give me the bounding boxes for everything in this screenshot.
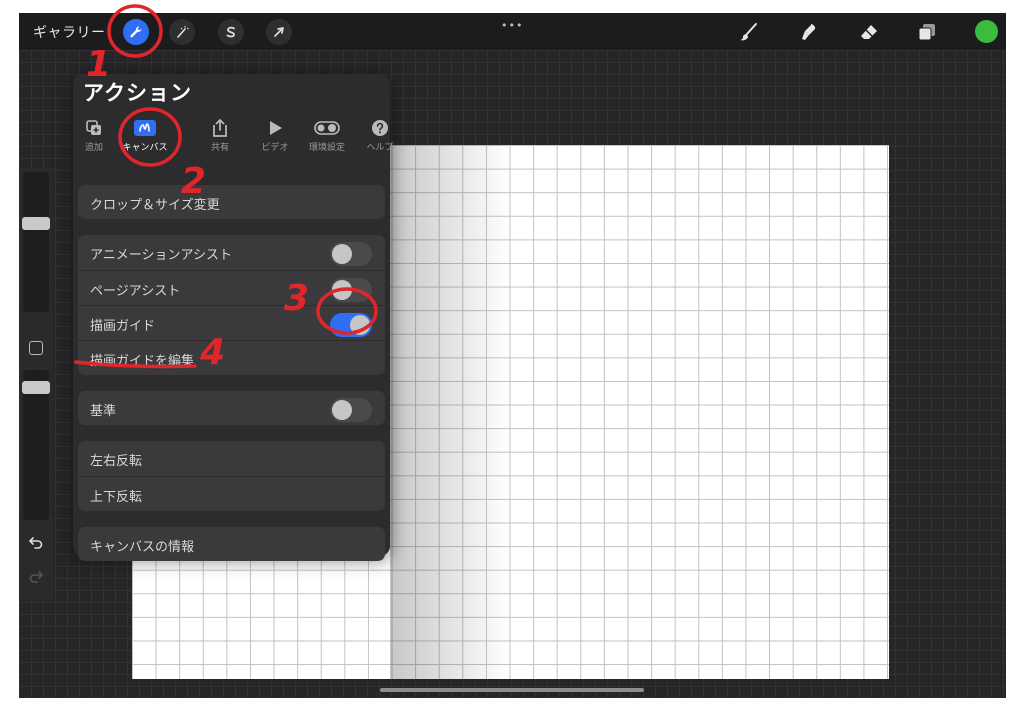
- tab-label: ビデオ: [261, 143, 289, 153]
- smudge-icon: [802, 24, 816, 40]
- crop-group: クロップ＆サイズ変更: [78, 185, 385, 219]
- wrench-icon: [130, 26, 142, 38]
- add-icon: [86, 120, 101, 135]
- brush-size-slider-thumb[interactable]: [22, 217, 50, 230]
- magic-wand-icon: [177, 26, 189, 38]
- row-label: キャンバスの情報: [90, 540, 195, 555]
- toggle-knob: [332, 400, 352, 420]
- brush-button[interactable]: [735, 19, 763, 45]
- row-label: ページアシスト: [90, 284, 181, 299]
- left-sidebar: [19, 168, 53, 600]
- crop-resize-row[interactable]: クロップ＆サイズ変更: [78, 185, 385, 219]
- flip-horizontal-row[interactable]: 左右反転: [78, 441, 385, 475]
- page-assist-row[interactable]: ページアシスト: [78, 270, 385, 305]
- page-assist-toggle[interactable]: [330, 278, 372, 302]
- tab-preferences[interactable]: 環境設定: [303, 117, 351, 153]
- assist-guide-group: アニメーションアシスト ページアシスト 描画ガイド 描画ガイドを編集: [78, 235, 385, 375]
- modify-button-square-icon[interactable]: [29, 341, 43, 355]
- color-picker-button[interactable]: [975, 20, 998, 43]
- toggle-knob: [332, 280, 352, 300]
- adjustments-button[interactable]: [169, 19, 195, 45]
- flip-group: 左右反転 上下反転: [78, 441, 385, 511]
- opacity-slider-thumb[interactable]: [22, 381, 50, 394]
- row-label: 基準: [90, 404, 117, 419]
- tab-canvas[interactable]: キャンバス: [121, 117, 169, 153]
- panel-shadow: [390, 145, 510, 679]
- row-label: 描画ガイド: [90, 319, 156, 334]
- tab-label: 追加: [84, 143, 103, 153]
- reference-toggle[interactable]: [330, 398, 372, 422]
- undo-icon: [29, 537, 43, 549]
- tab-label: 共有: [210, 143, 229, 153]
- drawing-guide-toggle[interactable]: [330, 313, 372, 337]
- smudge-button[interactable]: [795, 19, 823, 45]
- move-arrow-icon: [274, 27, 284, 37]
- tab-label: ヘルプ: [366, 143, 394, 153]
- undo-button[interactable]: [26, 534, 46, 550]
- panel-title: アクション: [83, 81, 192, 105]
- drawing-guide-row[interactable]: 描画ガイド: [78, 305, 385, 340]
- tab-label: 環境設定: [308, 143, 345, 153]
- gallery-button[interactable]: ギャラリー: [33, 22, 106, 42]
- tab-label: キャンバス: [122, 143, 168, 153]
- help-icon: [372, 120, 388, 136]
- actions-panel: アクション 追加 キャンバス 共有 ビデオ 環境設定 ヘルプ クロップ＆サイズ変…: [70, 74, 394, 561]
- toggle-knob: [350, 315, 370, 335]
- selection-button[interactable]: [218, 19, 244, 45]
- preferences-toggle-icon: [314, 121, 340, 135]
- canvas-info-group: キャンバスの情報: [78, 527, 385, 561]
- layers-button[interactable]: [913, 19, 941, 45]
- brush-icon: [740, 23, 757, 41]
- brush-size-slider-track[interactable]: [23, 172, 49, 312]
- flip-vertical-row[interactable]: 上下反転: [78, 476, 385, 511]
- row-label: クロップ＆サイズ変更: [90, 198, 220, 213]
- transform-button[interactable]: [266, 19, 292, 45]
- canvas-icon: [134, 120, 156, 136]
- canvas-info-row[interactable]: キャンバスの情報: [78, 527, 385, 561]
- row-label: 描画ガイドを編集: [90, 354, 195, 369]
- top-toolbar: ギャラリー •••: [19, 13, 1006, 50]
- tab-help[interactable]: ヘルプ: [356, 117, 404, 153]
- animation-assist-toggle[interactable]: [330, 242, 372, 266]
- redo-icon: [29, 571, 43, 583]
- video-play-icon: [270, 121, 282, 135]
- edit-drawing-guide-row[interactable]: 描画ガイドを編集: [78, 340, 385, 375]
- home-indicator: [380, 688, 644, 692]
- row-label: アニメーションアシスト: [90, 248, 232, 263]
- actions-wrench-button[interactable]: [123, 19, 149, 45]
- eraser-icon: [861, 25, 877, 39]
- procreate-app: ギャラリー ••• アクション 追加 キャンバス 共有 ビデオ 環境設定 ヘルプ…: [19, 13, 1006, 698]
- more-options-dots[interactable]: •••: [501, 19, 523, 32]
- animation-assist-row[interactable]: アニメーションアシスト: [78, 235, 385, 269]
- reference-group: 基準: [78, 391, 385, 425]
- row-label: 左右反転: [90, 454, 143, 469]
- eraser-button[interactable]: [855, 19, 883, 45]
- reference-row[interactable]: 基準: [78, 391, 385, 425]
- tab-add[interactable]: 追加: [70, 117, 118, 153]
- row-label: 上下反転: [90, 490, 143, 505]
- redo-button[interactable]: [26, 568, 46, 584]
- share-icon: [213, 118, 227, 137]
- layers-icon: [918, 24, 935, 41]
- toggle-knob: [332, 244, 352, 264]
- tab-share[interactable]: 共有: [196, 117, 244, 153]
- selection-icon: [226, 26, 235, 38]
- tab-video[interactable]: ビデオ: [251, 117, 299, 153]
